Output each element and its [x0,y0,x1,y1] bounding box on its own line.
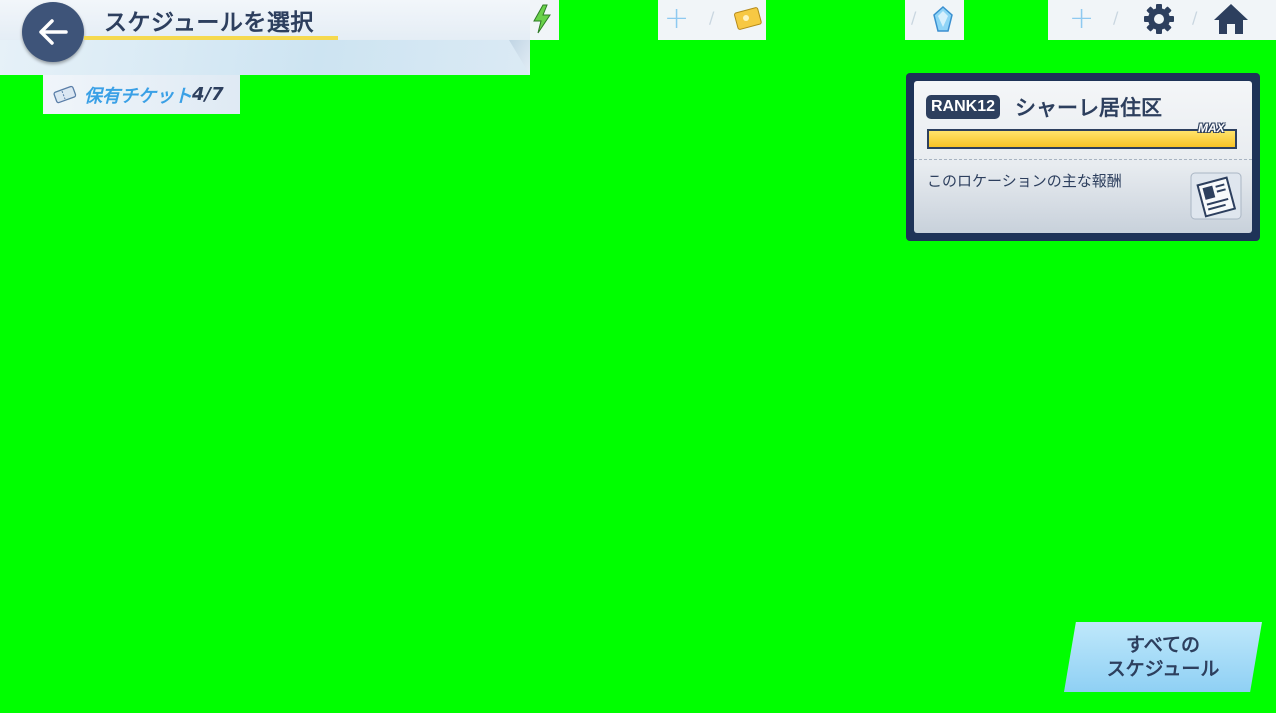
rank-progress-bar [927,129,1237,149]
separator: / [1113,8,1119,27]
separator: / [1192,8,1198,27]
rank-badge: RANK12 [926,95,1001,119]
rank-max-label: MAX [1198,121,1225,135]
ticket-counter: 保有チケット 4/7 [43,75,240,114]
home-icon[interactable] [1212,2,1250,36]
ticket-count: 4/7 [192,84,224,105]
divider [914,159,1252,160]
separator: / [911,8,917,27]
credit-card-icon [734,7,762,30]
back-button[interactable] [22,2,84,62]
reward-label: このロケーションの主な報酬 [927,172,1122,190]
title-underline [84,36,338,40]
separator: / [709,8,715,27]
report-item-icon[interactable] [1189,171,1243,221]
gem-plus-button[interactable]: + [1069,4,1094,34]
rank-progress-fill [929,131,1235,147]
location-rank-panel[interactable]: RANK12 シャーレ居住区 MAX このロケーションの主な報酬 [906,73,1260,241]
ticket-icon [53,85,77,103]
location-rank-card: RANK12 シャーレ居住区 MAX このロケーションの主な報酬 [914,81,1252,233]
gear-icon[interactable] [1142,2,1176,36]
ticket-label: 保有チケット [84,85,192,107]
all-schedules-button[interactable]: すべての スケジュール [1064,622,1262,692]
lightning-icon [533,4,551,34]
blue-gem-icon [933,5,953,32]
ap-plus-button[interactable]: + [664,4,689,34]
back-arrow-icon [39,19,68,45]
all-schedules-line2: スケジュール [1106,658,1220,680]
page-title: スケジュールを選択 [104,10,314,36]
all-schedules-line1: すべての [1126,634,1200,656]
location-name: シャーレ居住区 [1015,96,1162,120]
